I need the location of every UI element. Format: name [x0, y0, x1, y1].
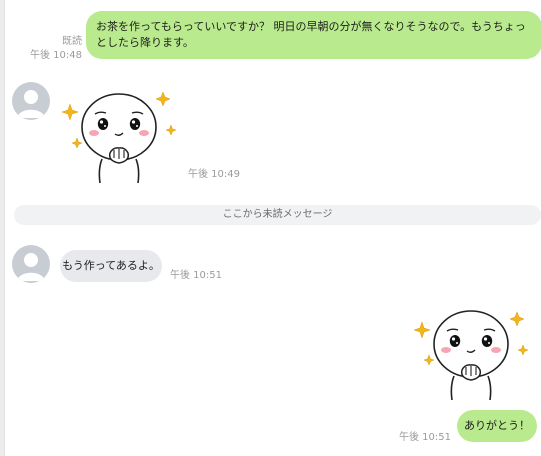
read-receipt: 既読	[62, 36, 82, 47]
sticker-pleading-face-icon	[61, 91, 177, 184]
default-user-icon	[17, 90, 45, 118]
message-text: もう作ってあるよ。	[62, 259, 160, 272]
sticker-pleading-face-icon	[413, 310, 529, 401]
message-bubble-received[interactable]: もう作ってあるよ。	[60, 250, 162, 282]
message-timestamp: 午後 10:49	[188, 169, 240, 180]
message-text: ありがとう！	[464, 419, 530, 432]
default-user-icon	[17, 253, 45, 281]
sticker-left[interactable]	[60, 87, 185, 187]
avatar[interactable]	[12, 245, 50, 283]
message-timestamp: 午後 10:48	[30, 50, 82, 61]
sticker-right[interactable]	[412, 300, 537, 404]
message-text: お茶を作ってもらっていいですか？ 明日の早朝の分が無くなりそうなので。もうちょっ…	[96, 20, 526, 49]
message-timestamp: 午後 10:51	[170, 270, 222, 281]
unread-divider: ここから未読メッセージ	[14, 205, 541, 225]
message-bubble-sent[interactable]: ありがとう！	[457, 410, 537, 442]
avatar[interactable]	[12, 82, 50, 120]
unread-divider-label: ここから未読メッセージ	[222, 209, 333, 220]
message-bubble-sent[interactable]: お茶を作ってもらっていいですか？ 明日の早朝の分が無くなりそうなので。もうちょっ…	[86, 11, 541, 59]
window-left-border	[0, 0, 5, 456]
message-timestamp: 午後 10:51	[399, 432, 451, 443]
